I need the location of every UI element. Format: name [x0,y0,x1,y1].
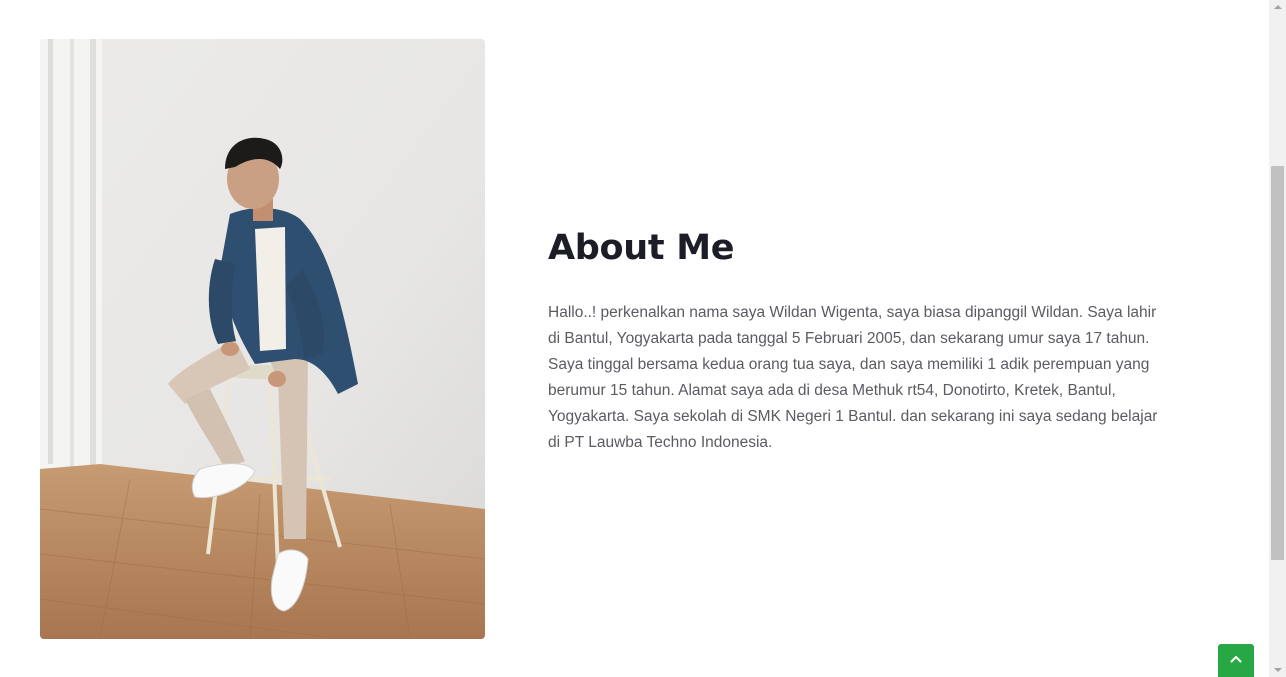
page: About Me Hallo..! perkenalkan nama saya … [0,0,1286,677]
about-section: About Me Hallo..! perkenalkan nama saya … [548,222,1158,456]
scrollbar-thumb[interactable] [1271,166,1284,560]
back-to-top-button[interactable] [1218,644,1254,677]
scroll-down-arrow-icon[interactable] [1274,668,1282,672]
page-scrollbar[interactable] [1269,0,1286,677]
about-heading: About Me [548,228,735,268]
about-description: Hallo..! perkenalkan nama saya Wildan Wi… [548,304,1158,451]
profile-photo-illustration [40,39,485,639]
scroll-up-arrow-icon[interactable] [1274,5,1282,9]
chevron-up-icon [1230,656,1242,663]
profile-photo [40,39,485,639]
